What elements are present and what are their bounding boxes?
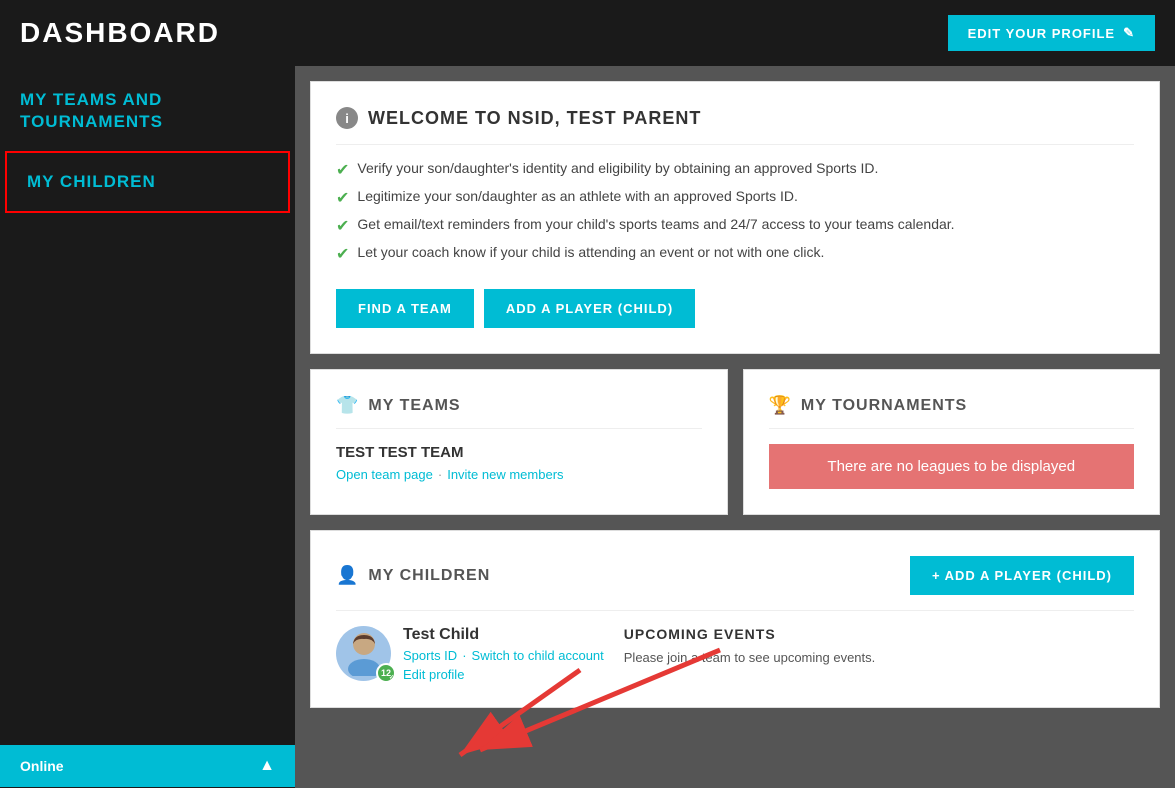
- info-icon: i: [336, 107, 358, 129]
- online-status-label: Online: [20, 758, 64, 774]
- sidebar-item-my-teams-tournaments[interactable]: MY TEAMS AND TOURNAMENTS: [0, 71, 295, 151]
- upcoming-events-text: Please join a team to see upcoming event…: [624, 650, 1134, 665]
- my-children-card: 👤 MY CHILDREN + ADD A PLAYER (CHILD): [310, 530, 1160, 708]
- my-children-title: MY CHILDREN: [368, 567, 490, 585]
- welcome-bullet-1: ✔ Verify your son/daughter's identity an…: [336, 160, 1134, 180]
- my-teams-title: MY TEAMS: [368, 397, 460, 415]
- sidebar-my-teams-label: MY TEAMS AND TOURNAMENTS: [20, 90, 163, 131]
- team-links: Open team page · Invite new members: [336, 467, 702, 482]
- children-content: 12 ✓ Test Child Sports ID · Switch to ch…: [336, 626, 1134, 682]
- check-icon-1: ✔: [336, 160, 349, 180]
- child-info: 12 ✓ Test Child Sports ID · Switch to ch…: [336, 626, 604, 682]
- edit-icon: ✎: [1123, 25, 1135, 41]
- welcome-bullet-3: ✔ Get email/text reminders from your chi…: [336, 216, 1134, 236]
- trophy-icon: 🏆: [769, 395, 791, 416]
- header: DASHBOARD EDIT YOUR PROFILE ✎: [0, 0, 1175, 66]
- welcome-card: i WELCOME TO NSID, TEST PARENT ✔ Verify …: [310, 81, 1160, 354]
- upcoming-events-title: UPCOMING EVENTS: [624, 626, 1134, 642]
- check-icon-3: ✔: [336, 216, 349, 236]
- teams-tournaments-row: 👕 MY TEAMS TEST TEST TEAM Open team page…: [310, 369, 1160, 515]
- children-content-area: 12 ✓ Test Child Sports ID · Switch to ch…: [336, 610, 1134, 682]
- children-header-row: 👤 MY CHILDREN + ADD A PLAYER (CHILD): [336, 556, 1134, 595]
- child-links: Sports ID · Switch to child account: [403, 648, 604, 663]
- no-leagues-banner: There are no leagues to be displayed: [769, 444, 1135, 489]
- my-tournaments-card: 🏆 MY TOURNAMENTS There are no leagues to…: [743, 369, 1161, 515]
- sidebar-item-my-children[interactable]: MY CHILDREN: [5, 151, 290, 213]
- edit-profile-child-link[interactable]: Edit profile: [403, 667, 604, 682]
- add-player-child-button[interactable]: + ADD A PLAYER (CHILD): [910, 556, 1134, 595]
- welcome-list: ✔ Verify your son/daughter's identity an…: [336, 160, 1134, 264]
- chevron-up-icon: ▲: [259, 757, 275, 775]
- my-children-header: 👤 MY CHILDREN: [336, 565, 490, 586]
- dashboard-title: DASHBOARD: [20, 17, 220, 49]
- child-details: Test Child Sports ID · Switch to child a…: [403, 626, 604, 682]
- my-teams-header: 👕 MY TEAMS: [336, 395, 702, 429]
- my-teams-card: 👕 MY TEAMS TEST TEST TEAM Open team page…: [310, 369, 728, 515]
- edit-profile-label: EDIT YOUR PROFILE: [968, 26, 1116, 41]
- edit-profile-button[interactable]: EDIT YOUR PROFILE ✎: [948, 15, 1155, 51]
- main-layout: MY TEAMS AND TOURNAMENTS MY CHILDREN i W…: [0, 66, 1175, 788]
- sidebar: MY TEAMS AND TOURNAMENTS MY CHILDREN: [0, 66, 295, 788]
- invite-members-link[interactable]: Invite new members: [447, 467, 563, 482]
- sports-id-link[interactable]: Sports ID: [403, 648, 457, 663]
- welcome-header: i WELCOME TO NSID, TEST PARENT: [336, 107, 1134, 145]
- check-icon-2: ✔: [336, 188, 349, 208]
- sidebar-my-children-label: MY CHILDREN: [27, 172, 156, 191]
- welcome-title: WELCOME TO NSID, TEST PARENT: [368, 108, 701, 129]
- my-tournaments-header: 🏆 MY TOURNAMENTS: [769, 395, 1135, 429]
- check-icon-4: ✔: [336, 244, 349, 264]
- avatar-container: 12 ✓: [336, 626, 391, 681]
- my-tournaments-title: MY TOURNAMENTS: [801, 397, 967, 415]
- welcome-bullet-2: ✔ Legitimize your son/daughter as an ath…: [336, 188, 1134, 208]
- welcome-bullet-4: ✔ Let your coach know if your child is a…: [336, 244, 1134, 264]
- switch-child-link[interactable]: Switch to child account: [472, 648, 604, 663]
- person-icon: 👤: [336, 565, 358, 586]
- welcome-buttons: FIND A TEAM ADD A PLAYER (CHILD): [336, 289, 1134, 328]
- upcoming-events: UPCOMING EVENTS Please join a team to se…: [624, 626, 1134, 682]
- avatar-badge: 12 ✓: [376, 663, 396, 683]
- team-name: TEST TEST TEAM: [336, 444, 702, 461]
- shirt-icon: 👕: [336, 395, 358, 416]
- child-name: Test Child: [403, 626, 604, 644]
- content-area: i WELCOME TO NSID, TEST PARENT ✔ Verify …: [295, 66, 1175, 788]
- bottom-bar[interactable]: Online ▲: [0, 745, 295, 787]
- open-team-link[interactable]: Open team page: [336, 467, 433, 482]
- link-separator: ·: [438, 467, 442, 482]
- add-player-button[interactable]: ADD A PLAYER (CHILD): [484, 289, 695, 328]
- find-team-button[interactable]: FIND A TEAM: [336, 289, 474, 328]
